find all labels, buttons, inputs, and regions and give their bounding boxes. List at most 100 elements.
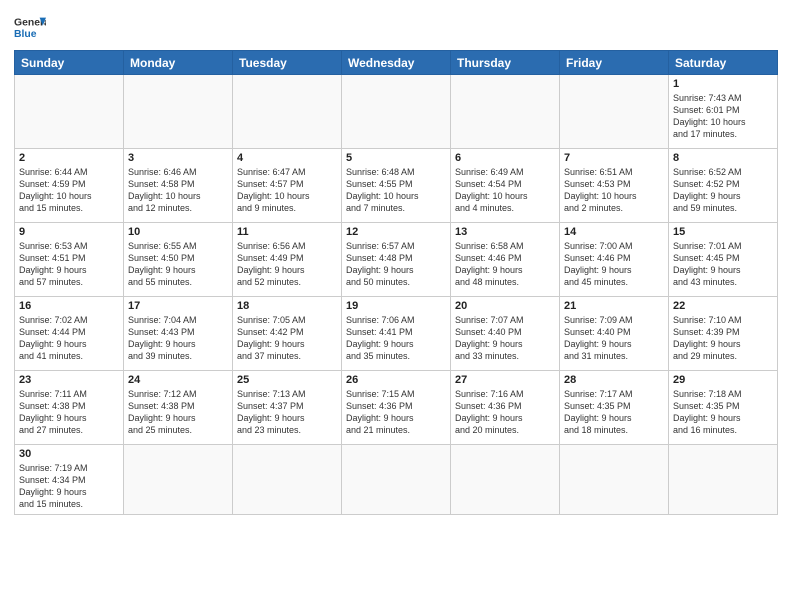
calendar-week-row: 16 Sunrise: 7:02 AM Sunset: 4:44 PM Dayli… [15,297,778,371]
day-number: 4 [237,152,337,164]
day-number: 14 [564,226,664,238]
calendar-week-row: 1 Sunrise: 7:43 AM Sunset: 6:01 PM Daylig… [15,75,778,149]
calendar-week-row: 9 Sunrise: 6:53 AM Sunset: 4:51 PM Daylig… [15,223,778,297]
calendar-cell: 28 Sunrise: 7:17 AM Sunset: 4:35 PM Dayli… [560,371,669,445]
day-number: 15 [673,226,773,238]
calendar-cell [669,445,778,515]
calendar-cell: 20 Sunrise: 7:07 AM Sunset: 4:40 PM Dayli… [451,297,560,371]
calendar-cell: 2 Sunrise: 6:44 AM Sunset: 4:59 PM Daylig… [15,149,124,223]
calendar-cell [342,75,451,149]
calendar-cell: 5 Sunrise: 6:48 AM Sunset: 4:55 PM Daylig… [342,149,451,223]
calendar-cell: 30Sunrise: 7:19 AM Sunset: 4:34 PM Dayli… [15,445,124,515]
day-info: Sunrise: 7:00 AM Sunset: 4:46 PM Dayligh… [564,240,664,289]
calendar-week-row: 30Sunrise: 7:19 AM Sunset: 4:34 PM Dayli… [15,445,778,515]
day-number: 9 [19,226,119,238]
day-info: Sunrise: 7:05 AM Sunset: 4:42 PM Dayligh… [237,314,337,363]
calendar-cell: 25 Sunrise: 7:13 AM Sunset: 4:37 PM Dayli… [233,371,342,445]
day-info: Sunrise: 6:46 AM Sunset: 4:58 PM Dayligh… [128,166,228,215]
day-info: Sunrise: 6:44 AM Sunset: 4:59 PM Dayligh… [19,166,119,215]
day-info: Sunrise: 7:18 AM Sunset: 4:35 PM Dayligh… [673,388,773,437]
col-header-saturday: Saturday [669,51,778,75]
calendar-cell: 9 Sunrise: 6:53 AM Sunset: 4:51 PM Daylig… [15,223,124,297]
calendar-cell: 23 Sunrise: 7:11 AM Sunset: 4:38 PM Dayli… [15,371,124,445]
calendar-cell: 19 Sunrise: 7:06 AM Sunset: 4:41 PM Dayli… [342,297,451,371]
day-info: Sunrise: 6:52 AM Sunset: 4:52 PM Dayligh… [673,166,773,215]
day-info: Sunrise: 7:06 AM Sunset: 4:41 PM Dayligh… [346,314,446,363]
day-number: 23 [19,374,119,386]
calendar-table: SundayMondayTuesdayWednesdayThursdayFrid… [14,50,778,515]
day-info: Sunrise: 6:57 AM Sunset: 4:48 PM Dayligh… [346,240,446,289]
logo: General Blue [14,14,46,42]
calendar-cell [233,445,342,515]
calendar-cell: 1 Sunrise: 7:43 AM Sunset: 6:01 PM Daylig… [669,75,778,149]
calendar-cell: 29 Sunrise: 7:18 AM Sunset: 4:35 PM Dayli… [669,371,778,445]
day-info: Sunrise: 7:07 AM Sunset: 4:40 PM Dayligh… [455,314,555,363]
day-info: Sunrise: 7:10 AM Sunset: 4:39 PM Dayligh… [673,314,773,363]
calendar-cell: 6 Sunrise: 6:49 AM Sunset: 4:54 PM Daylig… [451,149,560,223]
calendar-cell [451,75,560,149]
col-header-friday: Friday [560,51,669,75]
day-number: 30 [19,448,119,460]
day-number: 29 [673,374,773,386]
day-number: 20 [455,300,555,312]
calendar-cell [233,75,342,149]
calendar-cell [124,445,233,515]
svg-text:Blue: Blue [14,29,37,40]
day-number: 19 [346,300,446,312]
calendar-cell: 17Sunrise: 7:04 AM Sunset: 4:43 PM Dayli… [124,297,233,371]
day-info: Sunrise: 7:11 AM Sunset: 4:38 PM Dayligh… [19,388,119,437]
day-number: 25 [237,374,337,386]
day-info: Sunrise: 7:09 AM Sunset: 4:40 PM Dayligh… [564,314,664,363]
calendar-cell [560,75,669,149]
day-number: 28 [564,374,664,386]
day-info: Sunrise: 6:53 AM Sunset: 4:51 PM Dayligh… [19,240,119,289]
calendar-cell: 18 Sunrise: 7:05 AM Sunset: 4:42 PM Dayli… [233,297,342,371]
day-number: 21 [564,300,664,312]
day-info: Sunrise: 7:16 AM Sunset: 4:36 PM Dayligh… [455,388,555,437]
calendar-cell [15,75,124,149]
day-number: 1 [673,78,773,90]
day-number: 22 [673,300,773,312]
day-info: Sunrise: 6:58 AM Sunset: 4:46 PM Dayligh… [455,240,555,289]
day-number: 2 [19,152,119,164]
day-number: 5 [346,152,446,164]
day-number: 3 [128,152,228,164]
calendar-cell: 12 Sunrise: 6:57 AM Sunset: 4:48 PM Dayli… [342,223,451,297]
day-info: Sunrise: 7:01 AM Sunset: 4:45 PM Dayligh… [673,240,773,289]
day-info: Sunrise: 6:48 AM Sunset: 4:55 PM Dayligh… [346,166,446,215]
col-header-thursday: Thursday [451,51,560,75]
day-info: Sunrise: 7:43 AM Sunset: 6:01 PM Dayligh… [673,92,773,141]
calendar-cell: 24Sunrise: 7:12 AM Sunset: 4:38 PM Dayli… [124,371,233,445]
day-info: Sunrise: 7:02 AM Sunset: 4:44 PM Dayligh… [19,314,119,363]
day-number: 10 [128,226,228,238]
day-info: Sunrise: 7:13 AM Sunset: 4:37 PM Dayligh… [237,388,337,437]
calendar-cell: 13 Sunrise: 6:58 AM Sunset: 4:46 PM Dayli… [451,223,560,297]
day-info: Sunrise: 7:15 AM Sunset: 4:36 PM Dayligh… [346,388,446,437]
day-number: 7 [564,152,664,164]
day-number: 18 [237,300,337,312]
day-number: 13 [455,226,555,238]
day-number: 27 [455,374,555,386]
day-info: Sunrise: 6:49 AM Sunset: 4:54 PM Dayligh… [455,166,555,215]
day-number: 6 [455,152,555,164]
calendar-week-row: 2 Sunrise: 6:44 AM Sunset: 4:59 PM Daylig… [15,149,778,223]
calendar-cell [124,75,233,149]
calendar-cell [342,445,451,515]
day-number: 12 [346,226,446,238]
calendar-header-row: SundayMondayTuesdayWednesdayThursdayFrid… [15,51,778,75]
day-info: Sunrise: 7:17 AM Sunset: 4:35 PM Dayligh… [564,388,664,437]
col-header-monday: Monday [124,51,233,75]
col-header-sunday: Sunday [15,51,124,75]
day-number: 16 [19,300,119,312]
calendar-cell: 3 Sunrise: 6:46 AM Sunset: 4:58 PM Daylig… [124,149,233,223]
calendar-cell: 7Sunrise: 6:51 AM Sunset: 4:53 PM Daylig… [560,149,669,223]
day-number: 8 [673,152,773,164]
page-header: General Blue [14,10,778,42]
calendar-cell: 15 Sunrise: 7:01 AM Sunset: 4:45 PM Dayli… [669,223,778,297]
day-info: Sunrise: 7:12 AM Sunset: 4:38 PM Dayligh… [128,388,228,437]
calendar-cell: 8 Sunrise: 6:52 AM Sunset: 4:52 PM Daylig… [669,149,778,223]
calendar-cell: 4Sunrise: 6:47 AM Sunset: 4:57 PM Daylig… [233,149,342,223]
day-info: Sunrise: 6:55 AM Sunset: 4:50 PM Dayligh… [128,240,228,289]
day-number: 17 [128,300,228,312]
col-header-wednesday: Wednesday [342,51,451,75]
